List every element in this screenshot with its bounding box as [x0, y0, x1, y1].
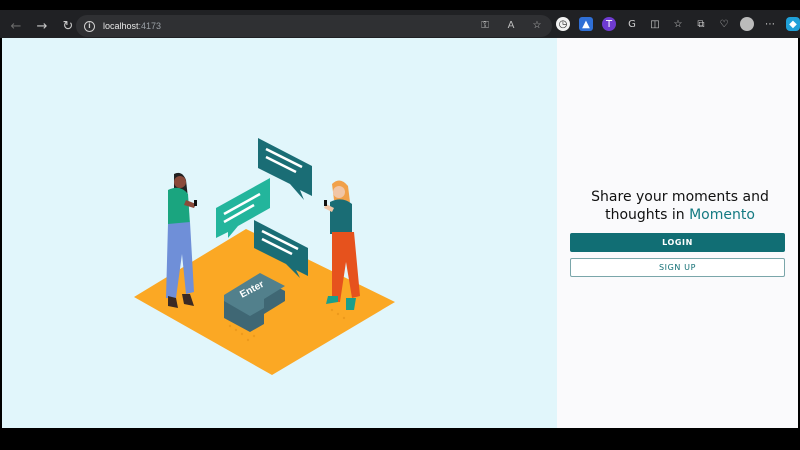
site-info-icon[interactable]: i	[84, 20, 95, 32]
forward-button[interactable]: →	[32, 16, 52, 36]
heart-pulse-icon[interactable]: ♡	[717, 17, 731, 31]
favorites-icon[interactable]: ☆	[671, 17, 685, 31]
bot-extension-icon[interactable]: ▲	[579, 17, 593, 31]
tagline: Share your moments and thoughts in Momen…	[567, 188, 793, 224]
extension-bar: ◷ ▲ T G ◫ ☆ ⧉ ♡ ⋯ ◆	[556, 17, 800, 31]
auth-panel: Share your moments and thoughts in Momen…	[557, 38, 798, 428]
back-button[interactable]: ←	[6, 16, 26, 36]
collections-icon[interactable]: ⧉	[694, 17, 708, 31]
signup-button[interactable]: SIGN UP	[570, 258, 785, 277]
star-icon[interactable]: ☆	[530, 18, 544, 32]
profile-avatar[interactable]	[740, 17, 754, 31]
reload-button[interactable]: ↻	[58, 16, 78, 36]
url-host: localhost	[103, 21, 139, 31]
copilot-icon[interactable]: ◆	[786, 17, 800, 31]
arrow-right-icon: →	[36, 18, 48, 34]
url-text[interactable]: localhost:4173	[103, 21, 161, 31]
url-port: :4173	[138, 21, 162, 31]
arrow-left-icon: ←	[10, 18, 22, 34]
t-extension-icon[interactable]: T	[602, 17, 616, 31]
browser-toolbar: ← → ↻ i localhost:4173 ⚿ A ☆ ◷ ▲ T G ◫ ☆…	[0, 14, 800, 38]
page-viewport: Enter Share your moments and thoughts in…	[2, 38, 798, 428]
address-bar[interactable]: i localhost:4173 ⚿ A ☆	[76, 15, 552, 37]
bottom-frame	[0, 428, 800, 450]
key-icon[interactable]: ⚿	[478, 18, 492, 32]
brand-name: Momento	[689, 207, 755, 223]
login-button[interactable]: LOGIN	[570, 233, 785, 252]
read-aloud-icon[interactable]: A	[504, 18, 518, 32]
tab-strip	[0, 0, 800, 10]
hero-illustration: Enter	[134, 138, 395, 375]
g-extension-icon[interactable]: G	[625, 17, 639, 31]
browser-chrome: ← → ↻ i localhost:4173 ⚿ A ☆ ◷ ▲ T G ◫ ☆…	[0, 0, 800, 38]
hero-panel: Enter	[2, 38, 557, 428]
clock-extension-icon[interactable]: ◷	[556, 17, 570, 31]
split-screen-icon[interactable]: ◫	[648, 17, 662, 31]
menu-icon[interactable]: ⋯	[763, 17, 777, 31]
reload-icon: ↻	[62, 18, 74, 34]
